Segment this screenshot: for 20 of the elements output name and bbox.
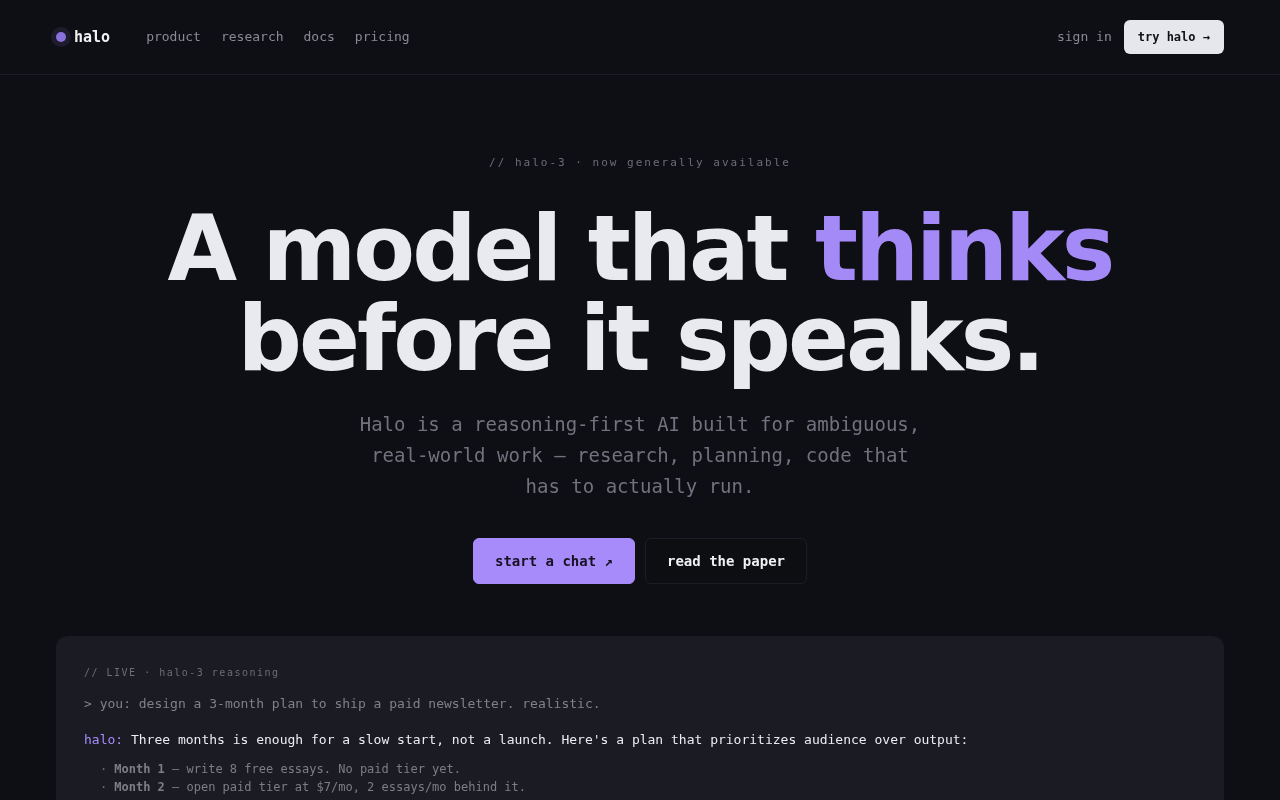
logo-icon — [51, 27, 71, 47]
list-bullet: · — [100, 779, 108, 796]
nav-link[interactable]: docs — [303, 28, 335, 46]
headline: A model that thinks before it speaks. — [167, 204, 1113, 393]
brand-name[interactable]: halo — [74, 27, 111, 47]
list-bullet: · — [100, 761, 108, 778]
user-prompt: > you: design a 3-month plan to ship a paid newsletter. realistic. — [84, 695, 602, 713]
assistant-reply: halo: Three months is enough for a slow start, not a launch. Here's a plan that prioritizes audience over output: — [84, 731, 970, 749]
start-chat-button[interactable]: start a chat ↗ — [473, 538, 635, 584]
sign-in-link[interactable]: sign in — [1056, 28, 1112, 46]
plan-item: Month 2 — open paid tier at $7/mo, 2 essays/mo behind it. — [114, 779, 527, 796]
nav-link[interactable]: product — [146, 28, 201, 46]
subtitle: Halo is a reasoning-first AI built for ambiguous, real-world work — research, planning, code that has to actually run. — [358, 412, 922, 499]
plan-item: Month 1 — write 8 free essays. No paid tier yet. — [114, 761, 462, 778]
panel-label: // LIVE · halo-3 reasoning — [84, 666, 281, 680]
eyebrow-text: // halo-3 · now generally available — [489, 156, 791, 170]
nav-link[interactable]: pricing — [354, 28, 410, 46]
read-paper-button[interactable]: read the paper — [645, 538, 807, 584]
nav-link[interactable]: research — [220, 28, 284, 46]
try-button[interactable]: try halo → — [1123, 20, 1224, 54]
